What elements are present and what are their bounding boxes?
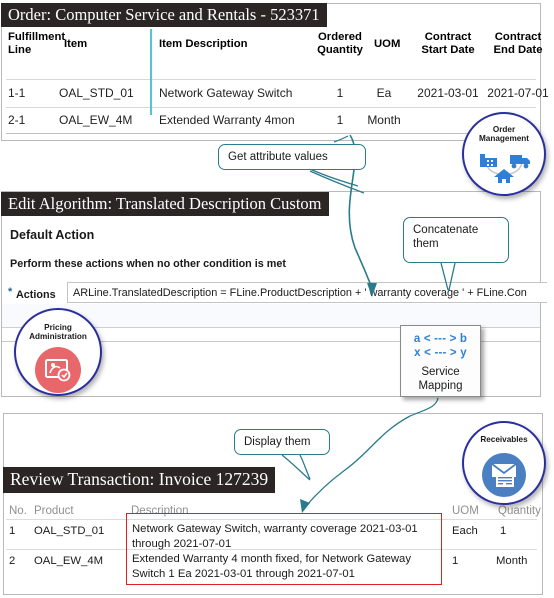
service-mapping-title-1: Service: [421, 366, 460, 378]
actions-field-label: Actions: [16, 289, 56, 301]
col-header-quantity: Quantity: [498, 505, 541, 517]
order-lines-table: Fulfillment Line Item Item Description O…: [2, 29, 549, 139]
callout-get-attribute-values: Get attribute values: [218, 144, 366, 170]
pricing-administration-badge: Pricing Administration: [14, 308, 102, 396]
table-cell-ordered-quantity: 1: [336, 86, 344, 100]
service-mapping-title-2: Mapping: [418, 380, 463, 392]
table-cell-uom: Month: [367, 113, 401, 127]
table-row: 1-1: [8, 86, 26, 100]
order-panel-title: Order: Computer Service and Rentals - 52…: [1, 3, 327, 27]
actions-input-value[interactable]: ARLine.TranslatedDescription = FLine.Pro…: [73, 287, 551, 299]
pricing-administration-label: Pricing Administration: [29, 323, 87, 342]
table-cell-uom: Ea: [376, 86, 392, 100]
description-highlight-box: [126, 513, 442, 585]
callout-display-them: Display them: [234, 429, 330, 455]
col-header-product: Product: [34, 505, 74, 517]
table-rule-mid: [6, 107, 536, 108]
col-header-contract-end-1: Contract: [494, 31, 542, 43]
service-mapping-line-2: x < --- > y: [414, 346, 467, 359]
col-header-uom: UOM: [374, 38, 401, 50]
table-row: 2-1: [8, 113, 26, 127]
receivables-label: Receivables: [480, 435, 528, 444]
invoice-row-no: 2: [9, 555, 16, 567]
required-asterisk: *: [8, 286, 13, 298]
col-header-ordered-1: Ordered: [318, 31, 362, 43]
receivables-badge: Receivables: [462, 421, 546, 505]
diagram-canvas: Order: Computer Service and Rentals - 52…: [0, 0, 554, 598]
table-cell-contract-end: 2021-07-01: [487, 86, 549, 100]
factory-truck-home-icon: [464, 147, 544, 185]
invoice-row-uom: 1: [452, 555, 459, 567]
col-header-contract-end-2: End Date: [493, 44, 543, 56]
col-header-uom: UOM: [452, 505, 479, 517]
callout-concatenate-them: Concatenate them: [403, 217, 509, 263]
table-cell-ordered-quantity: 1: [336, 113, 344, 127]
col-header-item-description: Item Description: [159, 38, 248, 50]
table-cell-item: OAL_STD_01: [59, 86, 134, 100]
order-management-badge: Order Management: [462, 112, 546, 196]
pricing-tag-icon: [16, 347, 100, 393]
default-action-heading: Default Action: [10, 228, 95, 242]
service-mapping-line-1: a < --- > b: [413, 333, 468, 345]
col-header-ordered-2: Quantity: [317, 44, 363, 56]
table-rule-top: [6, 79, 536, 80]
column-divider-cyan: [150, 29, 152, 115]
table-cell-item-description: Network Gateway Switch: [159, 86, 293, 100]
order-management-label: Order Management: [478, 125, 530, 144]
envelope-invoice-icon: [464, 453, 544, 497]
table-cell-contract-start: 2021-03-01: [417, 86, 479, 100]
col-header-item: Item: [64, 38, 88, 50]
service-mapping-box: a < --- > b x < --- > y Service Mapping: [400, 325, 481, 397]
invoice-row-quantity: Month: [496, 555, 528, 567]
algorithm-panel-title: Edit Algorithm: Translated Description C…: [1, 192, 329, 216]
invoice-row-product: OAL_STD_01: [34, 525, 105, 537]
invoice-panel-title: Review Transaction: Invoice 127239: [3, 467, 276, 493]
col-header-no: No.: [9, 505, 27, 517]
table-rule-bottom: [6, 133, 536, 134]
invoice-row-uom: Each: [452, 525, 478, 537]
col-header-contract-start-1: Contract: [424, 31, 472, 43]
col-header-contract-start-2: Start Date: [421, 44, 475, 56]
invoice-row-product: OAL_EW_4M: [34, 555, 104, 567]
invoice-row-quantity: 1: [500, 525, 507, 537]
table-cell-item-description: Extended Warranty 4mon: [159, 113, 295, 127]
table-cell-item: OAL_EW_4M: [59, 113, 133, 127]
invoice-row-no: 1: [9, 525, 16, 537]
perform-actions-text: Perform these actions when no other cond…: [10, 258, 286, 270]
